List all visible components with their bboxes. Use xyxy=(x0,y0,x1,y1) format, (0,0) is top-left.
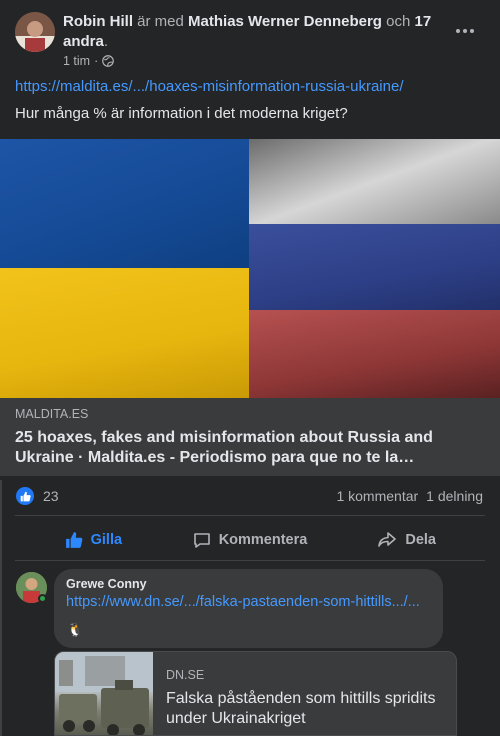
preview-title: 25 hoaxes, fakes and misinformation abou… xyxy=(15,429,433,466)
comment-preview-title: Falska påståenden som hittills spridits … xyxy=(166,690,436,727)
share-button[interactable]: Dela xyxy=(328,523,485,557)
commenter-name[interactable]: Grewe Conny xyxy=(66,577,147,591)
comment-link-preview[interactable]: DN.SE Falska påståenden som hittills spr… xyxy=(54,651,457,736)
author-name[interactable]: Robin Hill xyxy=(63,13,133,30)
post-image[interactable] xyxy=(0,139,500,398)
post-header: Robin Hill är med Mathias Werner Dennebe… xyxy=(63,13,432,50)
like-label: Gilla xyxy=(90,532,123,548)
reaction-count: 23 xyxy=(43,488,59,504)
tagged-name[interactable]: Mathias Werner Denneberg xyxy=(188,13,382,30)
share-count[interactable]: 1 delning xyxy=(426,488,483,504)
post-meta: 1 tim · xyxy=(63,54,115,68)
share-label: Dela xyxy=(405,532,436,548)
russia-flag-blue xyxy=(249,224,500,310)
like-button[interactable]: Gilla xyxy=(15,523,172,557)
focus-bar xyxy=(0,480,2,736)
globe-icon xyxy=(102,55,115,67)
comment-bubble: Grewe Conny https://www.dn.se/.../falska… xyxy=(54,569,443,648)
like-reaction-icon xyxy=(16,487,34,505)
ukraine-flag-yellow xyxy=(0,268,249,398)
post-stats: 1 kommentar 1 delning xyxy=(336,488,483,504)
comment-preview-domain: DN.SE xyxy=(166,668,205,682)
more-options-icon[interactable] xyxy=(452,22,478,40)
post-caption: Hur många % är information i det moderna… xyxy=(15,105,348,122)
comment-icon xyxy=(193,533,210,548)
divider xyxy=(15,515,485,516)
comment-button[interactable]: Kommentera xyxy=(172,523,329,557)
penguin-emoji: 🐧 xyxy=(67,622,84,637)
russia-flag-red xyxy=(249,310,500,398)
russia-flag-white xyxy=(249,139,500,224)
post-card: Robin Hill är med Mathias Werner Dennebe… xyxy=(0,0,500,736)
comment-count[interactable]: 1 kommentar xyxy=(336,488,418,504)
post-time[interactable]: 1 tim xyxy=(63,54,90,68)
comment-label: Kommentera xyxy=(218,532,308,548)
with-text: är med xyxy=(137,13,184,30)
share-icon xyxy=(378,532,397,547)
reaction-summary[interactable]: 23 xyxy=(16,487,59,505)
post-link[interactable]: https://maldita.es/.../hoaxes-misinforma… xyxy=(15,78,403,95)
comment-link[interactable]: https://www.dn.se/.../falska-pastaenden-… xyxy=(66,594,436,610)
preview-domain: MALDITA.ES xyxy=(15,407,89,421)
and-text: och xyxy=(386,13,411,30)
link-preview[interactable]: MALDITA.ES 25 hoaxes, fakes and misinfor… xyxy=(0,398,500,476)
divider xyxy=(15,560,485,561)
ukraine-flag-blue xyxy=(0,139,249,268)
comment-preview-image xyxy=(55,652,153,735)
thumbs-up-icon xyxy=(65,532,82,548)
action-bar: Gilla Kommentera Dela xyxy=(15,523,485,557)
online-status-dot xyxy=(38,594,47,603)
author-avatar[interactable] xyxy=(15,12,55,52)
